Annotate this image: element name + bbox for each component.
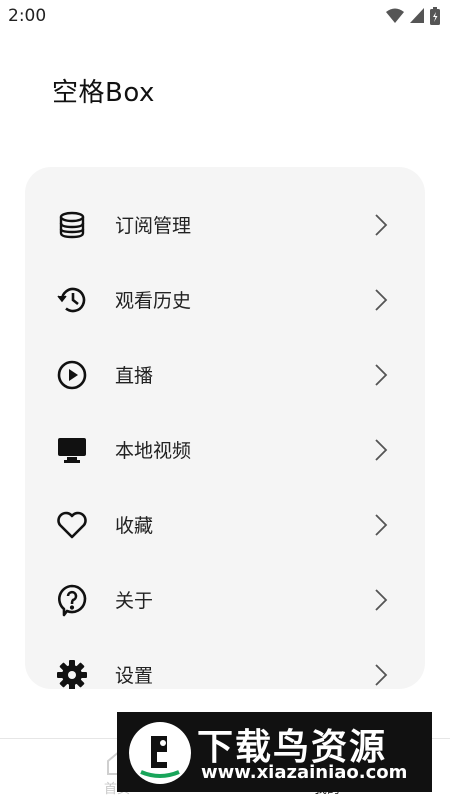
chevron-right-icon [375,513,388,536]
watermark-url: www.xiazainiao.com [201,762,408,783]
chevron-right-icon [375,663,388,686]
chevron-right-icon [375,438,388,461]
menu-item-settings[interactable]: 设置 [25,637,425,689]
menu-item-label: 观看历史 [115,290,192,312]
menu-item-label: 订阅管理 [115,215,192,237]
watermark-banner: 下载鸟资源 www.xiazainiao.com [117,712,432,792]
chevron-right-icon [375,213,388,236]
menu-item-history[interactable]: 观看历史 [25,262,425,337]
heart-icon [55,508,89,542]
wifi-icon [386,8,404,23]
menu-item-subscriptions[interactable]: 订阅管理 [25,187,425,262]
signal-icon [410,8,424,23]
menu-item-about[interactable]: 关于 [25,562,425,637]
menu-item-live[interactable]: 直播 [25,337,425,412]
history-icon [55,283,89,317]
database-icon [55,208,89,242]
status-icons [386,7,440,25]
status-bar: 2:00 [0,0,450,32]
menu-item-label: 本地视频 [115,440,192,462]
menu-item-favorites[interactable]: 收藏 [25,487,425,562]
chevron-right-icon [375,288,388,311]
menu-card: 订阅管理 观看历史 直播 本地视频 收藏 关于 设置 [25,167,425,689]
play-circle-icon [55,358,89,392]
menu-item-label: 设置 [115,665,154,687]
battery-icon [430,7,440,25]
page-title: 空格Box [52,78,155,108]
help-bubble-icon [55,583,89,617]
chevron-right-icon [375,588,388,611]
gear-icon [55,658,89,689]
menu-item-label: 直播 [115,365,154,387]
menu-item-local-video[interactable]: 本地视频 [25,412,425,487]
watermark-logo [129,722,191,784]
status-time: 2:00 [8,6,47,26]
menu-item-label: 收藏 [115,515,154,537]
monitor-icon [55,433,89,467]
menu-item-label: 关于 [115,590,154,612]
chevron-right-icon [375,363,388,386]
